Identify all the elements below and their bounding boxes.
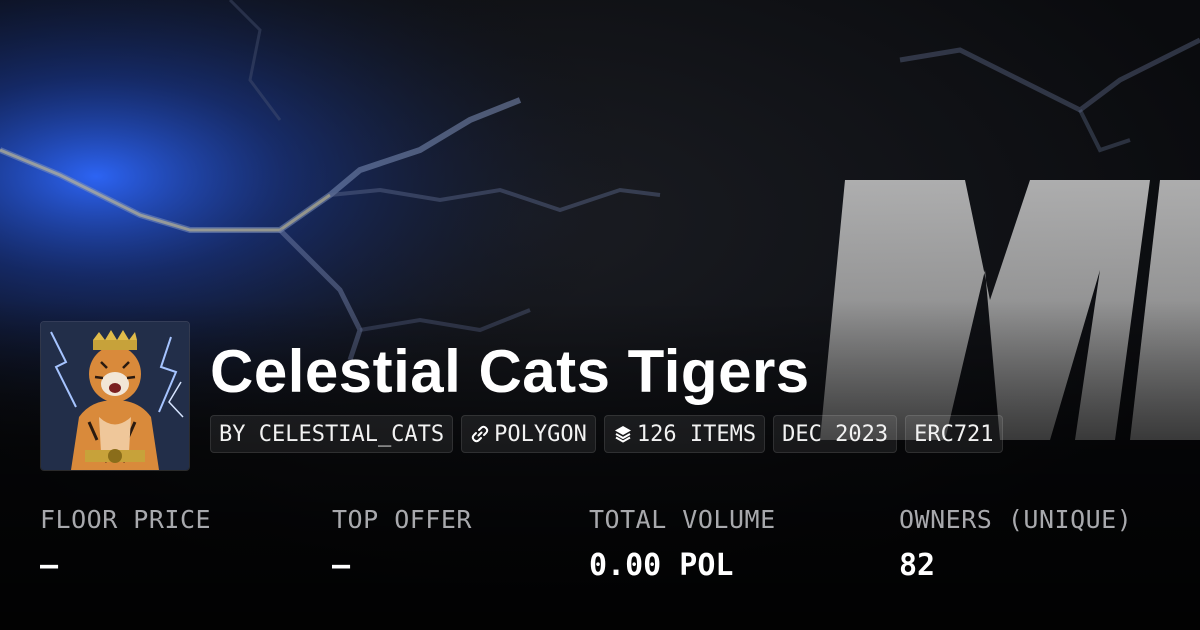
chain-chip[interactable]: POLYGON <box>461 415 596 453</box>
date-label: DEC 2023 <box>782 421 889 447</box>
floor-price-value: – <box>40 548 59 583</box>
top-offer-value: – <box>332 548 351 583</box>
standard-label: ERC721 <box>914 421 994 447</box>
stats-row: FLOOR PRICE – TOP OFFER – TOTAL VOLUME 0… <box>40 505 1200 605</box>
collection-chips: BY CELESTIAL_CATS POLYGON 126 ITEMS DEC … <box>210 415 1003 453</box>
collection-title: Celestial Cats Tigers <box>210 338 810 405</box>
top-offer-label: TOP OFFER <box>332 505 472 534</box>
layers-icon <box>613 424 633 444</box>
chain-label: POLYGON <box>494 421 587 447</box>
items-chip[interactable]: 126 ITEMS <box>603 415 766 453</box>
collection-avatar[interactable] <box>40 321 190 471</box>
owners-value: 82 <box>899 548 936 583</box>
total-volume-value: 0.00 POL <box>589 548 734 583</box>
stat-owners: OWNERS (UNIQUE) 82 <box>899 505 1132 583</box>
items-label: 126 ITEMS <box>636 421 757 447</box>
standard-chip: ERC721 <box>905 415 1003 453</box>
floor-price-label: FLOOR PRICE <box>40 505 212 534</box>
link-icon <box>470 424 490 444</box>
owners-label: OWNERS (UNIQUE) <box>899 505 1133 534</box>
tiger-warrior-image <box>41 322 189 470</box>
stat-floor-price: FLOOR PRICE – <box>40 505 211 583</box>
date-chip: DEC 2023 <box>773 415 898 453</box>
stat-total-volume: TOTAL VOLUME 0.00 POL <box>589 505 776 583</box>
stat-top-offer: TOP OFFER – <box>332 505 472 583</box>
collection-header: Celestial Cats Tigers BY CELESTIAL_CATS … <box>40 321 1003 471</box>
creator-chip[interactable]: BY CELESTIAL_CATS <box>210 415 454 453</box>
title-block: Celestial Cats Tigers BY CELESTIAL_CATS … <box>210 321 1003 453</box>
creator-label: BY CELESTIAL_CATS <box>219 421 445 447</box>
total-volume-label: TOTAL VOLUME <box>589 505 776 534</box>
